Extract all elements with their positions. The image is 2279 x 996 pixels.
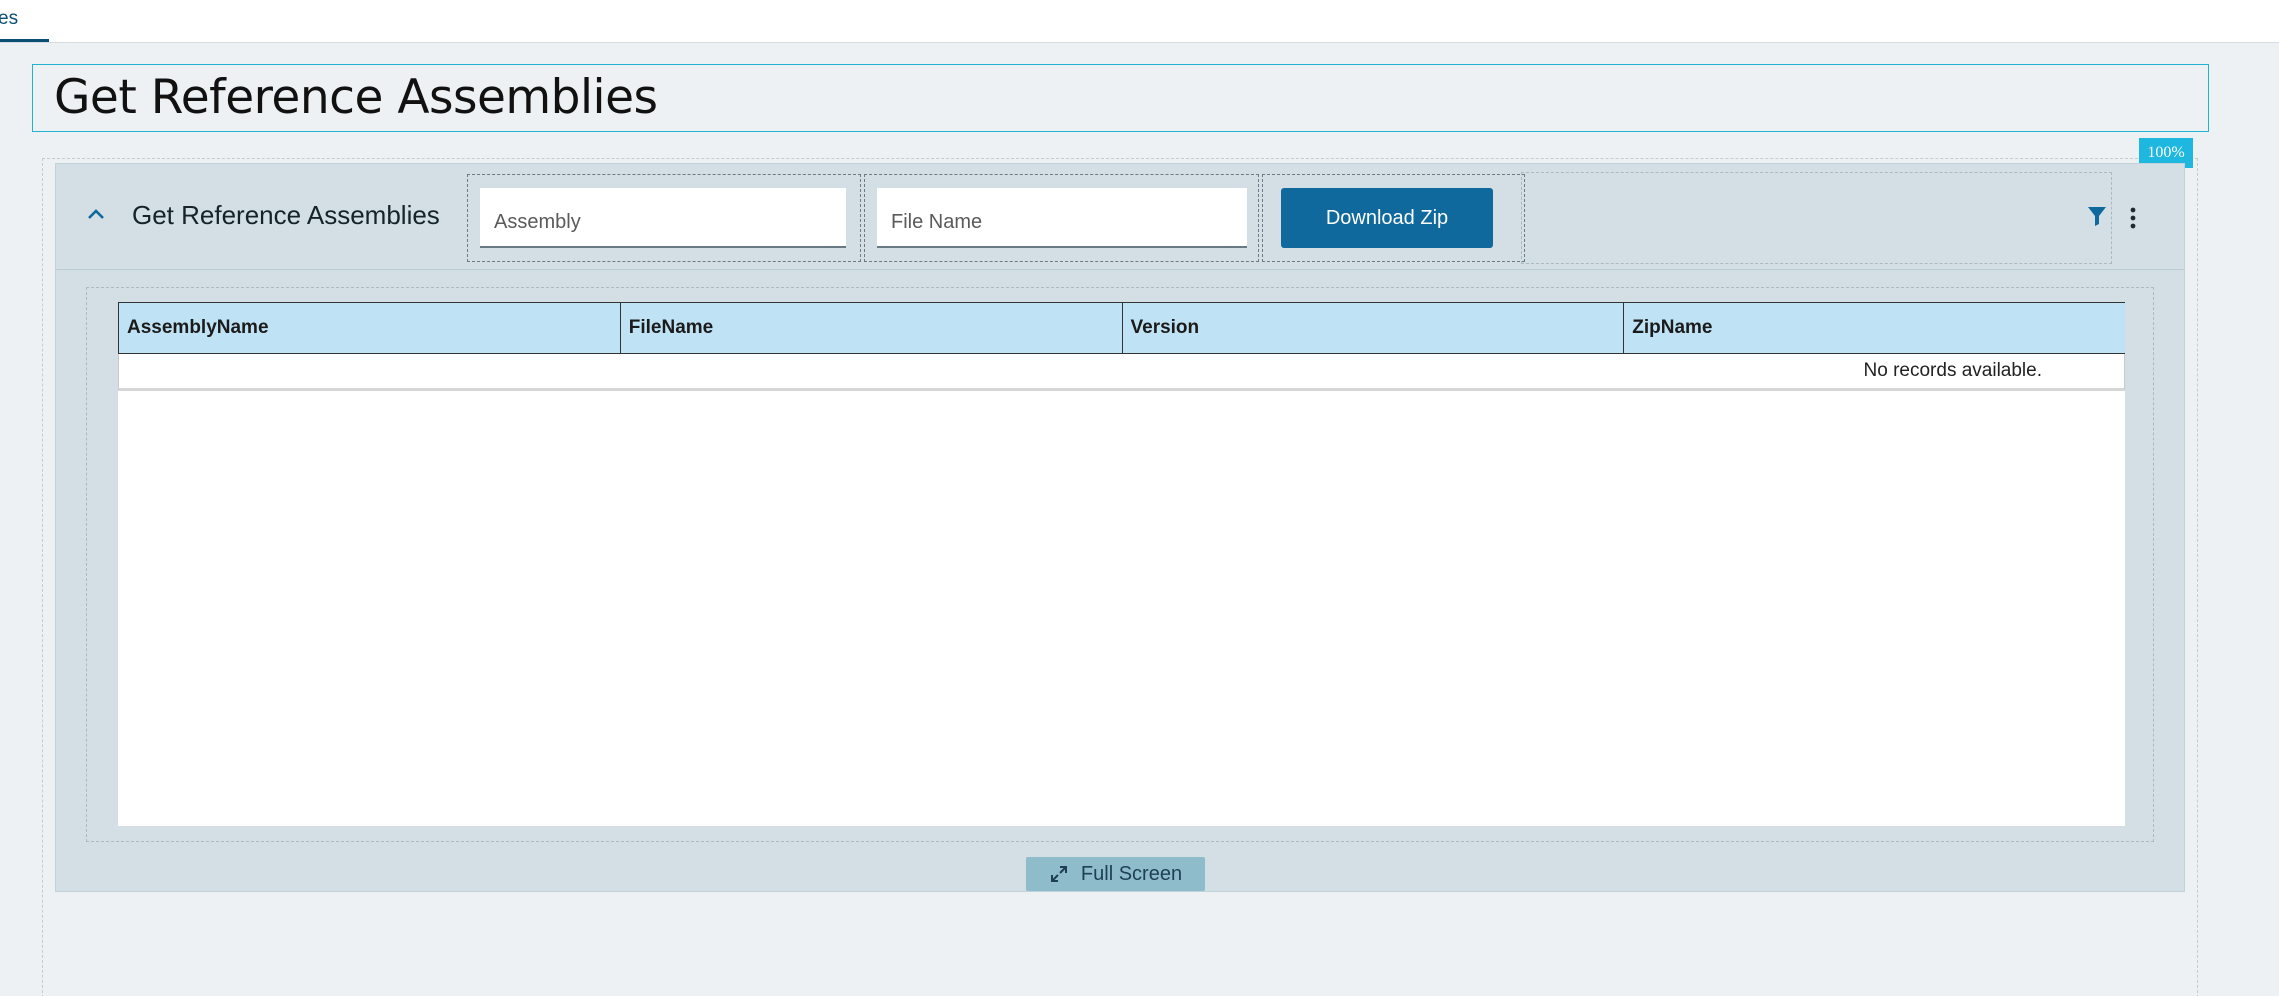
toolbar-area xyxy=(1521,172,2112,264)
column-header-assemblyname[interactable]: AssemblyName xyxy=(119,303,621,353)
data-grid: AssemblyName FileName Version ZipName No… xyxy=(118,302,2125,826)
expand-icon xyxy=(1050,866,1067,882)
grid-container: AssemblyName FileName Version ZipName No… xyxy=(86,287,2154,842)
grid-header: AssemblyName FileName Version ZipName xyxy=(118,302,2125,354)
panel-header: Get Reference Assemblies Download Zip xyxy=(56,164,2184,270)
assemblies-panel: Get Reference Assemblies Download Zip As… xyxy=(55,163,2185,892)
assembly-field-box xyxy=(467,174,861,262)
page-title-box: Get Reference Assemblies xyxy=(32,64,2209,132)
panel-title: Get Reference Assemblies xyxy=(132,200,440,230)
filter-icon[interactable] xyxy=(2086,204,2108,228)
filename-field-box xyxy=(864,174,1259,262)
page-title: Get Reference Assemblies xyxy=(54,70,658,125)
tab-label: es xyxy=(0,8,19,29)
assembly-input[interactable] xyxy=(480,188,846,248)
filename-input[interactable] xyxy=(877,188,1247,248)
full-screen-button[interactable]: Full Screen xyxy=(1026,857,1205,891)
column-header-filename[interactable]: FileName xyxy=(621,303,1123,353)
tab-underline xyxy=(0,39,49,42)
column-header-version[interactable]: Version xyxy=(1123,303,1625,353)
chevron-up-icon[interactable] xyxy=(84,204,108,224)
top-tab-strip: es xyxy=(0,0,2279,43)
column-header-zipname[interactable]: ZipName xyxy=(1624,303,2125,353)
kebab-icon[interactable] xyxy=(2127,206,2139,230)
full-screen-label: Full Screen xyxy=(1080,862,1183,885)
no-records-message: No records available. xyxy=(118,354,2125,391)
download-zip-button[interactable]: Download Zip xyxy=(1281,188,1493,248)
tab-active[interactable]: es xyxy=(0,4,49,41)
